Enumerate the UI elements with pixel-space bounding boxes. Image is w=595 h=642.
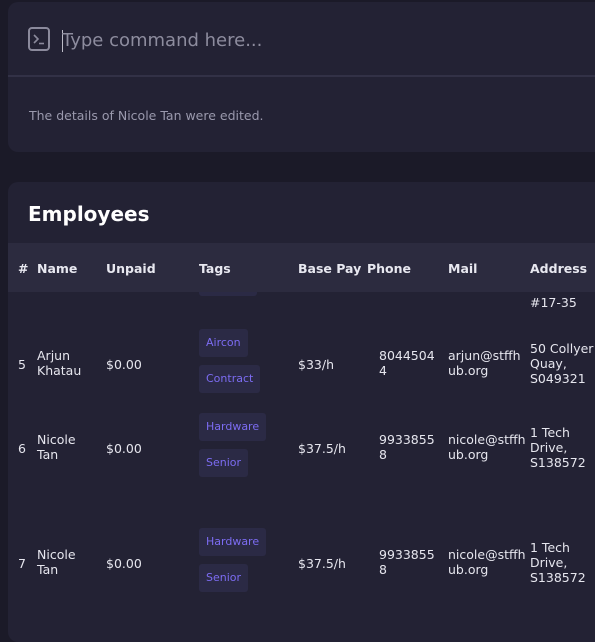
employee-name-line1: Arjun	[37, 348, 71, 363]
tag-senior: Senior	[199, 449, 249, 477]
mail-line2: ub.org	[448, 562, 489, 577]
address-line3: S138572	[530, 570, 586, 585]
phone-line2: 8	[379, 447, 387, 462]
column-header-name[interactable]: Name	[37, 261, 77, 276]
divider	[8, 75, 595, 77]
column-header-unpaid[interactable]: Unpaid	[106, 261, 156, 276]
row-index: 7	[18, 556, 26, 571]
employee-name-line2: Tan	[37, 562, 59, 577]
result-message: The details of Nicole Tan were edited.	[29, 108, 264, 123]
tag-aircon: Aircon	[199, 329, 248, 357]
employee-name-line1: Nicole	[37, 432, 76, 447]
mail-line2: ub.org	[448, 363, 489, 378]
table-body[interactable]: #17-35 5 Arjun Khatau $0.00 Aircon Contr…	[8, 292, 595, 642]
row-index: 5	[18, 357, 26, 372]
row-index: 6	[18, 441, 26, 456]
terminal-icon	[28, 27, 50, 51]
table-row[interactable]: 6 Nicole Tan $0.00 Hardware Senior $37.5…	[8, 404, 595, 488]
employee-name-line2: Khatau	[37, 363, 82, 378]
tag-contract: Contract	[199, 365, 261, 393]
phone-line1: 8044504	[379, 348, 435, 363]
base-pay: $37.5/h	[298, 441, 346, 456]
address-line1: 1 Tech	[530, 425, 570, 440]
employee-name-line1: Nicole	[37, 547, 76, 562]
address-line3: S049321	[530, 371, 586, 386]
tag-hardware: Hardware	[199, 528, 267, 556]
column-header-phone[interactable]: Phone	[367, 261, 411, 276]
column-header-tags[interactable]: Tags	[199, 261, 231, 276]
employee-panel: Employees # Name Unpaid Tags Base Pay Ph…	[8, 182, 595, 642]
employee-name-line2: Tan	[37, 447, 59, 462]
address-line2: Quay,	[530, 356, 567, 371]
column-header-index[interactable]: #	[18, 261, 28, 276]
address-line2: Drive,	[530, 555, 568, 570]
phone-line1: 9933855	[379, 547, 435, 562]
tag-hardware: Hardware	[199, 413, 267, 441]
table-row[interactable]: 7 Nicole Tan $0.00 Hardware Senior $37.5…	[8, 519, 595, 603]
phone-line1: 9933855	[379, 432, 435, 447]
unpaid-amount: $0.00	[106, 357, 142, 372]
base-pay: $37.5/h	[298, 556, 346, 571]
address-line2: Drive,	[530, 440, 568, 455]
mail-line2: ub.org	[448, 447, 489, 462]
base-pay: $33/h	[298, 357, 334, 372]
mail-line1: arjun@stffh	[448, 348, 521, 363]
command-panel: The details of Nicole Tan were edited.	[8, 2, 595, 152]
unpaid-amount: $0.00	[106, 556, 142, 571]
address-line1: 1 Tech	[530, 540, 570, 555]
mail-line1: nicole@stffh	[448, 432, 526, 447]
tag-partial	[199, 292, 257, 296]
unpaid-amount: $0.00	[106, 441, 142, 456]
table-header: # Name Unpaid Tags Base Pay Phone Mail A…	[8, 243, 595, 292]
column-header-address[interactable]: Address	[530, 261, 587, 276]
column-header-mail[interactable]: Mail	[448, 261, 477, 276]
address-line1: 50 Collyer	[530, 341, 594, 356]
employee-list-title: Employees	[28, 202, 150, 226]
tag-senior: Senior	[199, 564, 249, 592]
table-row[interactable]: 5 Arjun Khatau $0.00 Aircon Contract $33…	[8, 320, 595, 404]
address-fragment: #17-35	[530, 295, 577, 310]
mail-line1: nicole@stffh	[448, 547, 526, 562]
phone-line2: 8	[379, 562, 387, 577]
phone-line2: 4	[379, 363, 387, 378]
address-line3: S138572	[530, 455, 586, 470]
column-header-base-pay[interactable]: Base Pay	[298, 261, 361, 276]
command-input[interactable]	[62, 26, 562, 54]
command-box	[8, 2, 595, 76]
